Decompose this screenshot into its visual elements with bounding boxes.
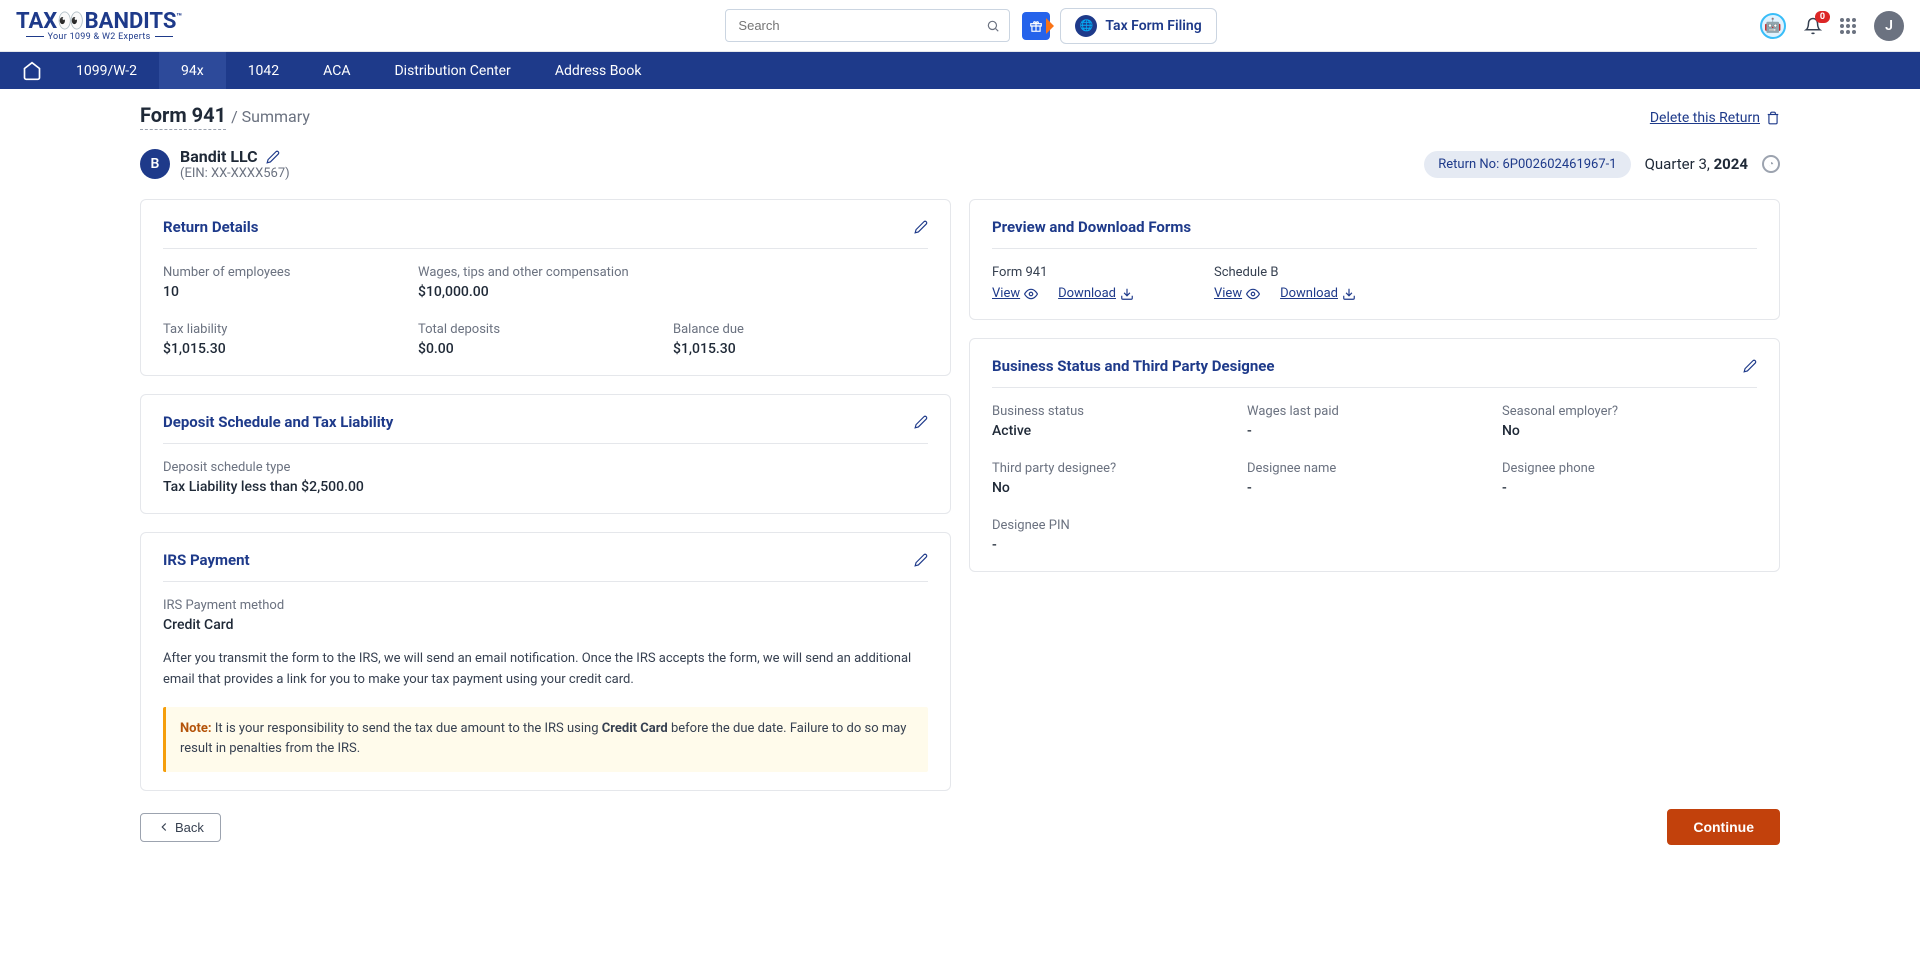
field-label: Designee PIN <box>992 518 1247 533</box>
trash-icon <box>1766 111 1780 125</box>
field-label: Tax liability <box>163 322 418 337</box>
nav-1042[interactable]: 1042 <box>226 52 301 89</box>
field-label: Designee name <box>1247 461 1502 476</box>
chevron-left-icon <box>157 820 171 834</box>
search-input[interactable] <box>725 9 1010 42</box>
return-details-card: Return Details Number of employees 10 Wa… <box>140 199 951 376</box>
user-avatar[interactable]: J <box>1874 11 1904 41</box>
download-icon <box>1120 287 1134 301</box>
notification-badge: 0 <box>1815 11 1830 23</box>
card-title: Preview and Download Forms <box>992 218 1191 236</box>
entity-name: Bandit LLC <box>180 147 290 166</box>
irs-note: Note: It is your responsibility to send … <box>163 707 928 773</box>
field-label: Seasonal employer? <box>1502 404 1757 419</box>
quarter-help-icon[interactable]: ◔ <box>1762 155 1780 173</box>
search-icon[interactable] <box>986 19 1000 33</box>
gift-button[interactable] <box>1022 12 1050 40</box>
top-header: TAX👀BANDITS™ Your 1099 & W2 Experts 🌐 Ta… <box>0 0 1920 52</box>
entity-ein: (EIN: XX-XXXX567) <box>180 166 290 181</box>
field-label: Balance due <box>673 322 928 337</box>
field-value: $1,015.30 <box>673 341 928 357</box>
nav-address-book[interactable]: Address Book <box>533 52 664 89</box>
continue-button[interactable]: Continue <box>1667 809 1780 845</box>
nav-aca[interactable]: ACA <box>301 52 372 89</box>
logo-text: TAX👀BANDITS™ <box>16 9 182 34</box>
notification-bell[interactable]: 0 <box>1804 17 1822 35</box>
field-value: $0.00 <box>418 341 673 357</box>
field-label: Total deposits <box>418 322 673 337</box>
field-value: - <box>1502 480 1757 496</box>
edit-return-details-icon[interactable] <box>914 220 928 234</box>
preview-forms-card: Preview and Download Forms Form 941 View… <box>969 199 1780 320</box>
field-label: Wages last paid <box>1247 404 1502 419</box>
edit-irs-icon[interactable] <box>914 553 928 567</box>
field-value: - <box>1247 480 1502 496</box>
logo[interactable]: TAX👀BANDITS™ Your 1099 & W2 Experts <box>16 9 182 42</box>
globe-icon: 🌐 <box>1075 15 1097 37</box>
nav-1099-w2[interactable]: 1099/W-2 <box>54 52 159 89</box>
edit-business-icon[interactable] <box>1743 359 1757 373</box>
return-number-chip: Return No: 6P002602461967-1 <box>1424 151 1630 178</box>
quarter-label: Quarter 3, 2024 <box>1645 155 1748 173</box>
field-value: Tax Liability less than $2,500.00 <box>163 479 928 495</box>
field-value: $10,000.00 <box>418 284 928 300</box>
form941-label: Form 941 <box>992 265 1134 280</box>
deposit-schedule-card: Deposit Schedule and Tax Liability Depos… <box>140 394 951 514</box>
tax-form-filing-button[interactable]: 🌐 Tax Form Filing <box>1060 8 1216 44</box>
nav-bar: 1099/W-2 94x 1042 ACA Distribution Cente… <box>0 52 1920 89</box>
view-form941-link[interactable]: View <box>992 286 1038 301</box>
download-scheduleb-link[interactable]: Download <box>1280 286 1356 301</box>
card-title: IRS Payment <box>163 551 250 569</box>
field-label: Designee phone <box>1502 461 1757 476</box>
field-value: No <box>992 480 1247 496</box>
field-value: Credit Card <box>163 617 928 633</box>
field-value: - <box>1247 423 1502 439</box>
nav-94x[interactable]: 94x <box>159 52 226 89</box>
card-title: Return Details <box>163 218 258 236</box>
download-icon <box>1342 287 1356 301</box>
business-status-card: Business Status and Third Party Designee… <box>969 338 1780 572</box>
back-button[interactable]: Back <box>140 813 221 842</box>
edit-deposit-icon[interactable] <box>914 415 928 429</box>
field-label: Third party designee? <box>992 461 1247 476</box>
search-wrap <box>725 9 1010 42</box>
field-label: Business status <box>992 404 1247 419</box>
eye-icon <box>1246 287 1260 301</box>
page-title: Form 941 / Summary <box>140 103 310 127</box>
field-value: No <box>1502 423 1757 439</box>
card-title: Business Status and Third Party Designee <box>992 357 1274 375</box>
edit-entity-icon[interactable] <box>266 150 280 164</box>
delete-return-link[interactable]: Delete this Return <box>1650 110 1780 126</box>
field-value: Active <box>992 423 1247 439</box>
field-label: Wages, tips and other compensation <box>418 265 928 280</box>
field-label: Deposit schedule type <box>163 460 928 475</box>
irs-description: After you transmit the form to the IRS, … <box>163 649 928 691</box>
chatbot-icon[interactable]: 🤖 <box>1760 13 1786 39</box>
irs-payment-card: IRS Payment IRS Payment method Credit Ca… <box>140 532 951 791</box>
field-label: IRS Payment method <box>163 598 928 613</box>
card-title: Deposit Schedule and Tax Liability <box>163 413 393 431</box>
view-scheduleb-link[interactable]: View <box>1214 286 1260 301</box>
field-value: $1,015.30 <box>163 341 418 357</box>
field-value: - <box>992 537 1247 553</box>
entity-avatar: B <box>140 149 170 179</box>
scheduleb-label: Schedule B <box>1214 265 1356 280</box>
download-form941-link[interactable]: Download <box>1058 286 1134 301</box>
field-value: 10 <box>163 284 418 300</box>
tax-form-label: Tax Form Filing <box>1105 18 1201 34</box>
home-icon[interactable] <box>10 61 54 81</box>
apps-grid-icon[interactable] <box>1840 18 1856 34</box>
field-label: Number of employees <box>163 265 418 280</box>
eye-icon <box>1024 287 1038 301</box>
nav-distribution[interactable]: Distribution Center <box>372 52 532 89</box>
